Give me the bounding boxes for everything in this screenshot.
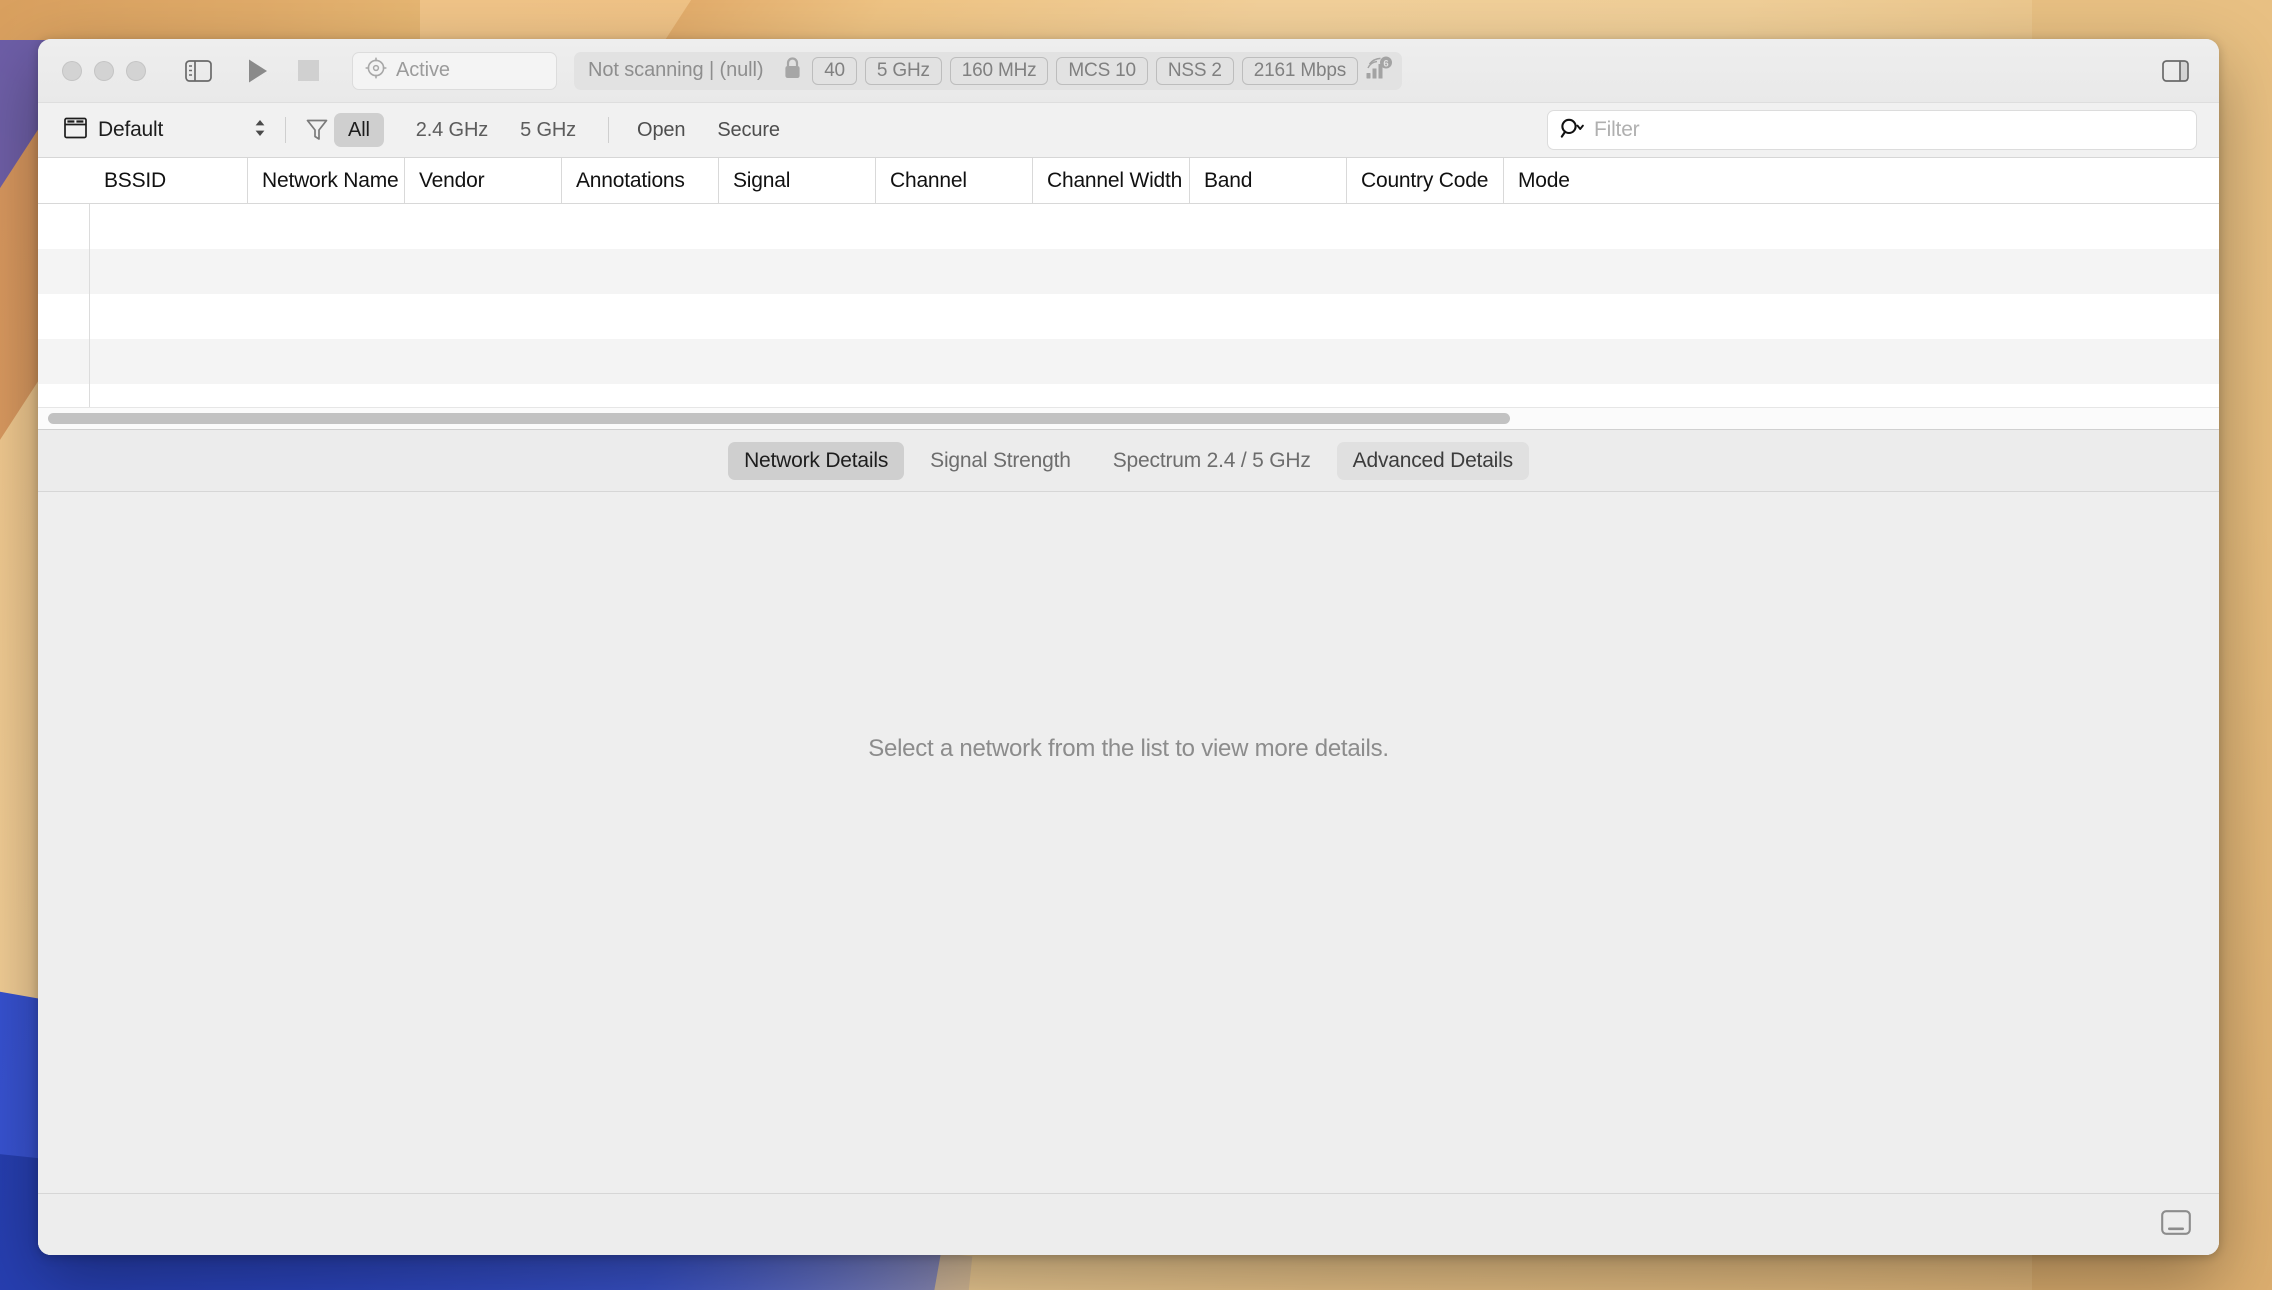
stop-icon[interactable] <box>286 51 330 91</box>
filter-funnel-icon[interactable] <box>300 118 334 142</box>
filter-toolbar: Default All 2.4 GHz 5 GHz Open Secure Fi… <box>38 102 2219 157</box>
play-icon[interactable] <box>236 51 280 91</box>
search-field[interactable]: Filter <box>1547 110 2197 150</box>
column-header-mode[interactable]: Mode <box>1503 158 1660 203</box>
badge-mcs: MCS 10 <box>1056 56 1148 85</box>
sidebar-left-icon[interactable] <box>176 51 220 91</box>
table-row[interactable] <box>38 294 2219 339</box>
wifi-6-icon: 6 <box>1366 56 1392 85</box>
column-header-network-name[interactable]: Network Name <box>247 158 404 203</box>
badge-channel-width: 160 MHz <box>949 56 1049 85</box>
table-header-row: BSSID Network Name Vendor Annotations Si… <box>38 158 2219 204</box>
wallpaper-top-left-edge <box>0 0 420 40</box>
table-columns-icon <box>64 117 87 144</box>
traffic-light-buttons <box>62 60 146 81</box>
preset-name: Default <box>98 118 164 141</box>
window-bottom-bar <box>38 1193 2219 1255</box>
tab-network-details[interactable]: Network Details <box>728 441 905 480</box>
table-horizontal-scrollbar[interactable] <box>38 407 2219 429</box>
chevron-updown-icon <box>253 117 267 144</box>
scan-mode-field[interactable]: Active <box>352 51 557 90</box>
band-filter-all[interactable]: All <box>334 113 384 147</box>
band-filter-5ghz[interactable]: 5 GHz <box>506 113 590 147</box>
column-header-channel-width[interactable]: Channel Width <box>1032 158 1189 203</box>
badge-phy-rate: 2161 Mbps <box>1241 56 1358 85</box>
badge-band: 5 GHz <box>864 56 942 85</box>
toolbar-divider-2 <box>608 117 610 143</box>
detail-pane: Select a network from the list to view m… <box>38 491 2219 1255</box>
sidebar-right-icon[interactable] <box>2153 51 2197 91</box>
column-header-band[interactable]: Band <box>1189 158 1346 203</box>
table-row[interactable] <box>38 204 2219 249</box>
tab-spectrum[interactable]: Spectrum 2.4 / 5 GHz <box>1097 442 1327 480</box>
tab-advanced-details[interactable]: Advanced Details <box>1336 441 1529 480</box>
band-filter-2-4ghz[interactable]: 2.4 GHz <box>402 113 502 147</box>
tab-signal-strength[interactable]: Signal Strength <box>914 442 1087 480</box>
column-header-bssid[interactable]: BSSID <box>90 158 247 203</box>
preset-selector[interactable]: Default <box>56 110 271 150</box>
minimize-button[interactable] <box>94 60 114 81</box>
security-filter-open[interactable]: Open <box>623 113 699 147</box>
scan-status-bar: Not scanning | (null) 40 5 GHz 160 MHz M… <box>574 51 1402 90</box>
svg-text:6: 6 <box>1383 59 1388 70</box>
badge-nss: NSS 2 <box>1155 56 1234 85</box>
table-row[interactable] <box>38 249 2219 294</box>
table-row[interactable] <box>38 339 2219 384</box>
app-window: Active Not scanning | (null) 40 5 GHz 16… <box>38 39 2219 1255</box>
target-scan-icon <box>365 57 387 84</box>
close-button[interactable] <box>62 60 82 81</box>
toolbar-divider-1 <box>285 117 286 143</box>
detail-tabbar: Network Details Signal Strength Spectrum… <box>38 429 2219 491</box>
column-header-signal[interactable]: Signal <box>718 158 875 203</box>
column-header-vendor[interactable]: Vendor <box>404 158 561 203</box>
column-header-annotations[interactable]: Annotations <box>561 158 718 203</box>
search-placeholder: Filter <box>1594 118 1640 141</box>
scan-status-text: Not scanning | (null) <box>588 59 764 81</box>
bottom-panel-toggle-icon[interactable] <box>2161 1209 2191 1240</box>
badge-channel: 40 <box>812 56 857 85</box>
window-titlebar: Active Not scanning | (null) 40 5 GHz 16… <box>38 39 2219 102</box>
connection-info-badges: 40 5 GHz 160 MHz MCS 10 NSS 2 2161 Mbps <box>783 56 1392 85</box>
lock-icon <box>783 56 802 85</box>
zoom-button[interactable] <box>126 60 146 81</box>
column-header-country-code[interactable]: Country Code <box>1346 158 1503 203</box>
scan-mode-label: Active <box>396 59 450 81</box>
network-table: BSSID Network Name Vendor Annotations Si… <box>38 157 2219 429</box>
search-icon[interactable] <box>1560 117 1586 144</box>
scrollbar-thumb[interactable] <box>48 413 1510 424</box>
empty-state-message: Select a network from the list to view m… <box>868 734 1389 762</box>
security-filter-secure[interactable]: Secure <box>703 113 793 147</box>
table-body <box>38 204 2219 429</box>
column-header-channel[interactable]: Channel <box>875 158 1032 203</box>
